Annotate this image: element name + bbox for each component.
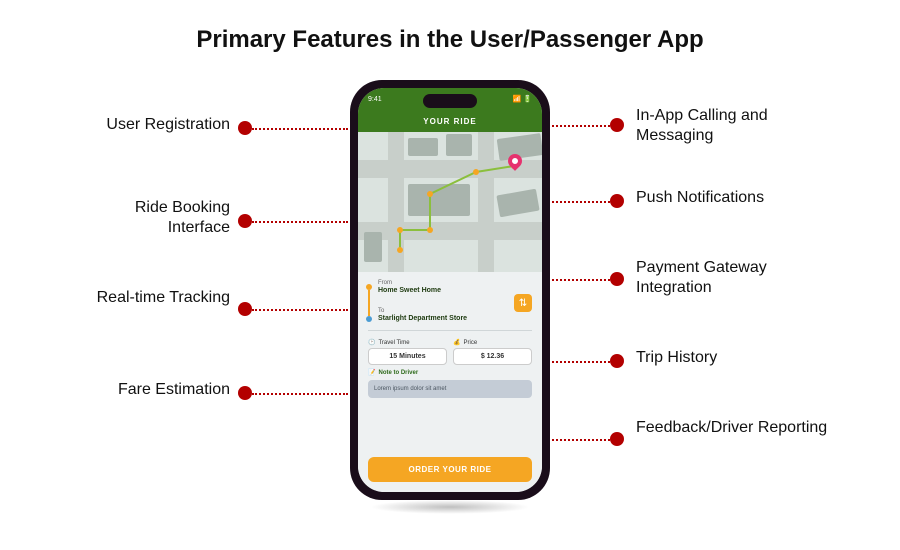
callout-connector <box>552 361 610 363</box>
to-dot-icon <box>366 316 372 322</box>
divider <box>368 330 532 331</box>
callout-dot-icon <box>610 118 624 132</box>
callout-dot-icon <box>610 272 624 286</box>
callout-connector <box>552 125 610 127</box>
swap-locations-button[interactable]: ⇅ <box>514 294 532 312</box>
price-icon: 💰 <box>453 339 460 346</box>
order-ride-button[interactable]: ORDER YOUR RIDE <box>368 457 532 482</box>
clock-icon: 🕑 <box>368 339 375 346</box>
callout-dot-icon <box>238 302 252 316</box>
callout-connector <box>252 309 348 311</box>
feature-fare-estimation: Fare Estimation <box>70 380 230 400</box>
phone-mockup: 9:41 📶 🔋 YOUR RIDE <box>350 80 550 500</box>
to-value: Starlight Department Store <box>378 315 532 322</box>
to-location[interactable]: To Starlight Department Store <box>378 308 532 322</box>
phone-notch <box>423 94 477 108</box>
price-metric: 💰 Price $ 12.36 <box>453 339 532 365</box>
swap-icon: ⇅ <box>519 298 527 309</box>
callout-connector <box>552 201 610 203</box>
callout-dot-icon <box>610 194 624 208</box>
status-icons: 📶 🔋 <box>513 95 532 103</box>
phone-screen: 9:41 📶 🔋 YOUR RIDE <box>358 88 542 492</box>
feature-ride-booking: Ride Booking Interface <box>70 198 230 238</box>
to-label: To <box>378 308 532 314</box>
callout-dot-icon <box>238 121 252 135</box>
page-title: Primary Features in the User/Passenger A… <box>0 26 900 54</box>
note-input[interactable]: Lorem ipsum dolor sit amet <box>368 380 532 398</box>
callout-connector <box>552 439 610 441</box>
from-label: From <box>378 280 532 286</box>
feature-trip-history: Trip History <box>636 348 836 368</box>
from-value: Home Sweet Home <box>378 287 532 294</box>
callout-connector <box>252 393 348 395</box>
feature-in-app-calling: In-App Calling and Messaging <box>636 106 836 146</box>
callout-dot-icon <box>238 214 252 228</box>
feature-user-registration: User Registration <box>70 115 230 135</box>
app-bar-title: YOUR RIDE <box>358 110 542 132</box>
note-label: Note to Driver <box>378 370 418 376</box>
feature-realtime-tracking: Real-time Tracking <box>70 288 230 308</box>
feature-feedback-reporting: Feedback/Driver Reporting <box>636 418 836 438</box>
callout-dot-icon <box>238 386 252 400</box>
map-view[interactable] <box>358 132 542 272</box>
location-connector-line <box>368 290 370 316</box>
callout-connector <box>252 128 348 130</box>
travel-time-metric: 🕑 Travel Time 15 Minutes <box>368 339 447 365</box>
callout-connector <box>552 279 610 281</box>
callout-dot-icon <box>610 354 624 368</box>
price-value: $ 12.36 <box>453 348 532 365</box>
status-time: 9:41 <box>368 96 382 103</box>
ride-panel: From Home Sweet Home ⇅ To Starlight Depa… <box>358 272 542 492</box>
travel-time-label: Travel Time <box>378 340 409 346</box>
callout-connector <box>252 221 348 223</box>
callout-dot-icon <box>610 432 624 446</box>
feature-payment-gateway: Payment Gateway Integration <box>636 258 836 298</box>
price-label: Price <box>463 340 477 346</box>
note-icon: 📝 <box>368 369 375 376</box>
travel-time-value: 15 Minutes <box>368 348 447 365</box>
from-location[interactable]: From Home Sweet Home <box>378 280 532 294</box>
feature-push-notifications: Push Notifications <box>636 188 836 208</box>
